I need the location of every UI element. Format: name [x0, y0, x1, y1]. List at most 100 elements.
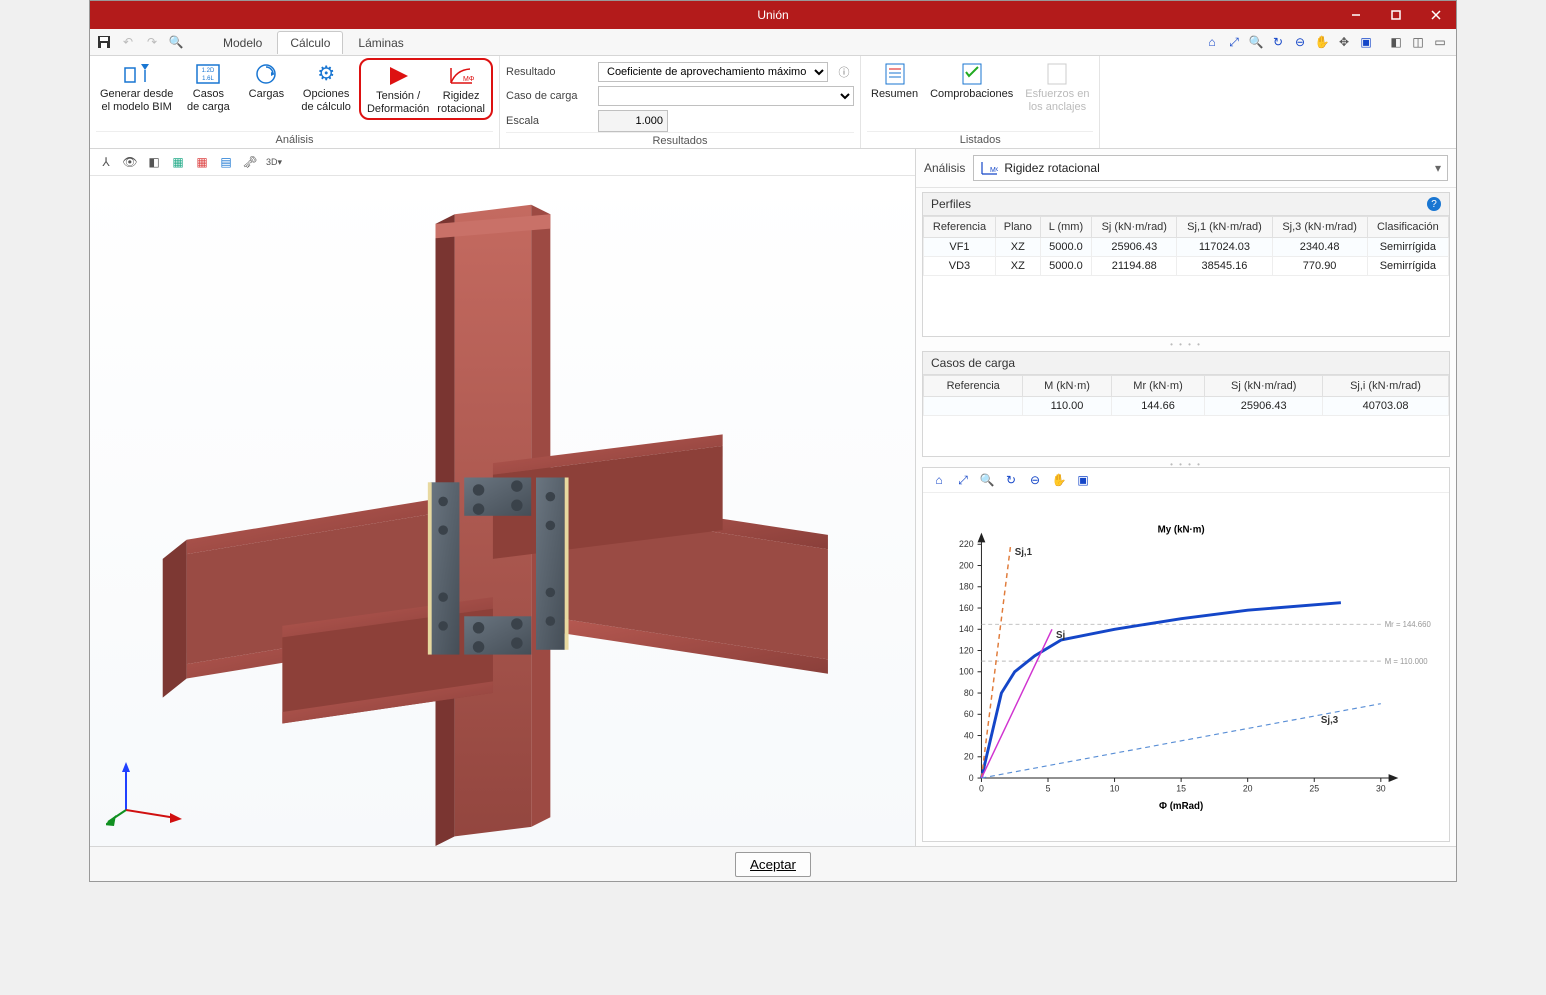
- summary-button[interactable]: Resumen: [867, 58, 922, 103]
- col-header[interactable]: Plano: [995, 217, 1040, 238]
- case-select[interactable]: [598, 86, 854, 106]
- col-header[interactable]: L (mm): [1040, 217, 1092, 238]
- col-header[interactable]: Clasificación: [1367, 217, 1448, 238]
- tab-calculo[interactable]: Cálculo: [277, 31, 343, 54]
- tension-deform-button[interactable]: Tensión /Deformación: [363, 60, 433, 118]
- load-cases-button[interactable]: 1.2D1.6L Casosde carga: [181, 58, 235, 116]
- stiffness-small-icon: MΦ: [980, 160, 998, 176]
- result-label: Resultado: [506, 66, 592, 78]
- view-cube-icon[interactable]: ◧: [144, 152, 164, 172]
- gen-bim-button[interactable]: Generar desdeel modelo BIM: [96, 58, 177, 116]
- connection-3d-render: [90, 176, 915, 846]
- nav-move-icon[interactable]: ✥: [1334, 32, 1354, 52]
- svg-text:120: 120: [959, 645, 974, 655]
- svg-text:Sj,1: Sj,1: [1015, 547, 1033, 558]
- case-label: Caso de carga: [506, 90, 592, 102]
- svg-text:1.2D: 1.2D: [202, 68, 215, 74]
- rot-stiffness-button[interactable]: MΦ Rigidezrotacional: [433, 60, 489, 118]
- ribbon: Generar desdeel modelo BIM 1.2D1.6L Caso…: [90, 56, 1456, 149]
- chevron-down-icon: ▾: [1435, 161, 1441, 175]
- calc-options-button[interactable]: ⚙ Opcionesde cálculo: [297, 58, 355, 116]
- col-header[interactable]: M (kN·m): [1023, 376, 1111, 397]
- checks-button[interactable]: Comprobaciones: [926, 58, 1017, 103]
- tab-modelo[interactable]: Modelo: [210, 31, 275, 54]
- svg-text:5: 5: [1046, 784, 1051, 794]
- col-header[interactable]: Sj,3 (kN·m/rad): [1272, 217, 1367, 238]
- chart-refresh-icon[interactable]: ↻: [1001, 470, 1021, 490]
- stiffness-chart[interactable]: 0510152025300204060801001201401601802002…: [923, 493, 1449, 841]
- nav-zoom-icon[interactable]: 🔍: [1246, 32, 1266, 52]
- col-header[interactable]: Sj,i (kN·m/rad): [1323, 376, 1449, 397]
- analysis-label: Análisis: [924, 161, 965, 175]
- col-header[interactable]: Referencia: [924, 217, 996, 238]
- svg-text:15: 15: [1176, 784, 1186, 794]
- info-icon[interactable]: ⓘ: [834, 62, 854, 82]
- undo-icon[interactable]: ↶: [118, 32, 138, 52]
- cases-icon: 1.2D1.6L: [193, 60, 223, 88]
- svg-text:0: 0: [979, 784, 984, 794]
- model-viewport[interactable]: [90, 176, 915, 846]
- gear-icon: ⚙: [311, 60, 341, 88]
- title-bar: Unión: [90, 1, 1456, 29]
- view-3d-icon[interactable]: 3D▾: [264, 152, 284, 172]
- result-select[interactable]: Coeficiente de aprovechamiento máximo: [598, 62, 828, 82]
- accept-button[interactable]: Aceptar: [735, 852, 811, 877]
- table-row[interactable]: VD3XZ5000.021194.8838545.16770.90Semirrí…: [924, 257, 1449, 276]
- view-solid-icon[interactable]: ▤: [216, 152, 236, 172]
- cases-table[interactable]: ReferenciaM (kN·m)Mr (kN·m)Sj (kN·m/rad)…: [923, 375, 1449, 416]
- search-icon[interactable]: 🔍: [166, 32, 186, 52]
- svg-text:My (kN·m): My (kN·m): [1158, 525, 1205, 536]
- scale-label: Escala: [506, 115, 592, 127]
- nav-capture-icon[interactable]: ▣: [1356, 32, 1376, 52]
- profiles-panel: Perfiles ? ReferenciaPlanoL (mm)Sj (kN·m…: [922, 192, 1450, 337]
- minimize-button[interactable]: [1336, 1, 1376, 29]
- layout-single-icon[interactable]: ◧: [1386, 32, 1406, 52]
- profiles-table[interactable]: ReferenciaPlanoL (mm)Sj (kN·m/rad)Sj,1 (…: [923, 216, 1449, 276]
- chart-zoom-icon[interactable]: 🔍: [977, 470, 997, 490]
- chart-zoomfit-icon[interactable]: ⤢: [953, 470, 973, 490]
- nav-refresh-icon[interactable]: ↻: [1268, 32, 1288, 52]
- svg-text:220: 220: [959, 539, 974, 549]
- table-row[interactable]: 110.00144.6625906.4340703.08: [924, 397, 1449, 416]
- nav-zoomfit-icon[interactable]: ⤢: [1224, 32, 1244, 52]
- layout-split-icon[interactable]: ◫: [1408, 32, 1428, 52]
- analysis-select[interactable]: MΦ Rigidez rotacional ▾: [973, 155, 1448, 181]
- col-header[interactable]: Referencia: [924, 376, 1023, 397]
- chart-zoomout-icon[interactable]: ⊖: [1025, 470, 1045, 490]
- chart-capture-icon[interactable]: ▣: [1073, 470, 1093, 490]
- help-icon[interactable]: ?: [1427, 197, 1441, 211]
- svg-text:40: 40: [964, 730, 974, 740]
- save-icon[interactable]: [94, 32, 114, 52]
- svg-text:180: 180: [959, 582, 974, 592]
- col-header[interactable]: Sj,1 (kN·m/rad): [1177, 217, 1272, 238]
- view-axis-icon[interactable]: ⅄: [96, 152, 116, 172]
- chart-home-icon[interactable]: ⌂: [929, 470, 949, 490]
- svg-text:Φ (mRad): Φ (mRad): [1159, 801, 1203, 812]
- redo-icon[interactable]: ↷: [142, 32, 162, 52]
- col-header[interactable]: Mr (kN·m): [1111, 376, 1205, 397]
- scale-input[interactable]: [598, 110, 668, 132]
- layout-msg-icon[interactable]: ▭: [1430, 32, 1450, 52]
- maximize-button[interactable]: [1376, 1, 1416, 29]
- col-header[interactable]: Sj (kN·m/rad): [1092, 217, 1177, 238]
- svg-text:20: 20: [964, 752, 974, 762]
- loads-button[interactable]: Cargas: [239, 58, 293, 103]
- nav-zoomout-icon[interactable]: ⊖: [1290, 32, 1310, 52]
- window-title: Unión: [90, 8, 1456, 22]
- svg-text:160: 160: [959, 603, 974, 613]
- group-listings-label: Listados: [867, 131, 1093, 148]
- chart-pan-icon[interactable]: ✋: [1049, 470, 1069, 490]
- col-header[interactable]: Sj (kN·m/rad): [1205, 376, 1323, 397]
- view-grid2-icon[interactable]: ▦: [192, 152, 212, 172]
- svg-text:MΦ: MΦ: [990, 167, 998, 174]
- close-button[interactable]: [1416, 1, 1456, 29]
- anchor-icon: [1042, 60, 1072, 88]
- splitter-1[interactable]: • • • •: [916, 341, 1456, 347]
- view-hide-icon[interactable]: 🗝: [240, 152, 260, 172]
- view-eye-icon[interactable]: 👁: [120, 152, 140, 172]
- nav-home-icon[interactable]: ⌂: [1202, 32, 1222, 52]
- nav-pan-icon[interactable]: ✋: [1312, 32, 1332, 52]
- table-row[interactable]: VF1XZ5000.025906.43117024.032340.48Semir…: [924, 238, 1449, 257]
- view-grid1-icon[interactable]: ▦: [168, 152, 188, 172]
- tab-laminas[interactable]: Láminas: [345, 31, 416, 54]
